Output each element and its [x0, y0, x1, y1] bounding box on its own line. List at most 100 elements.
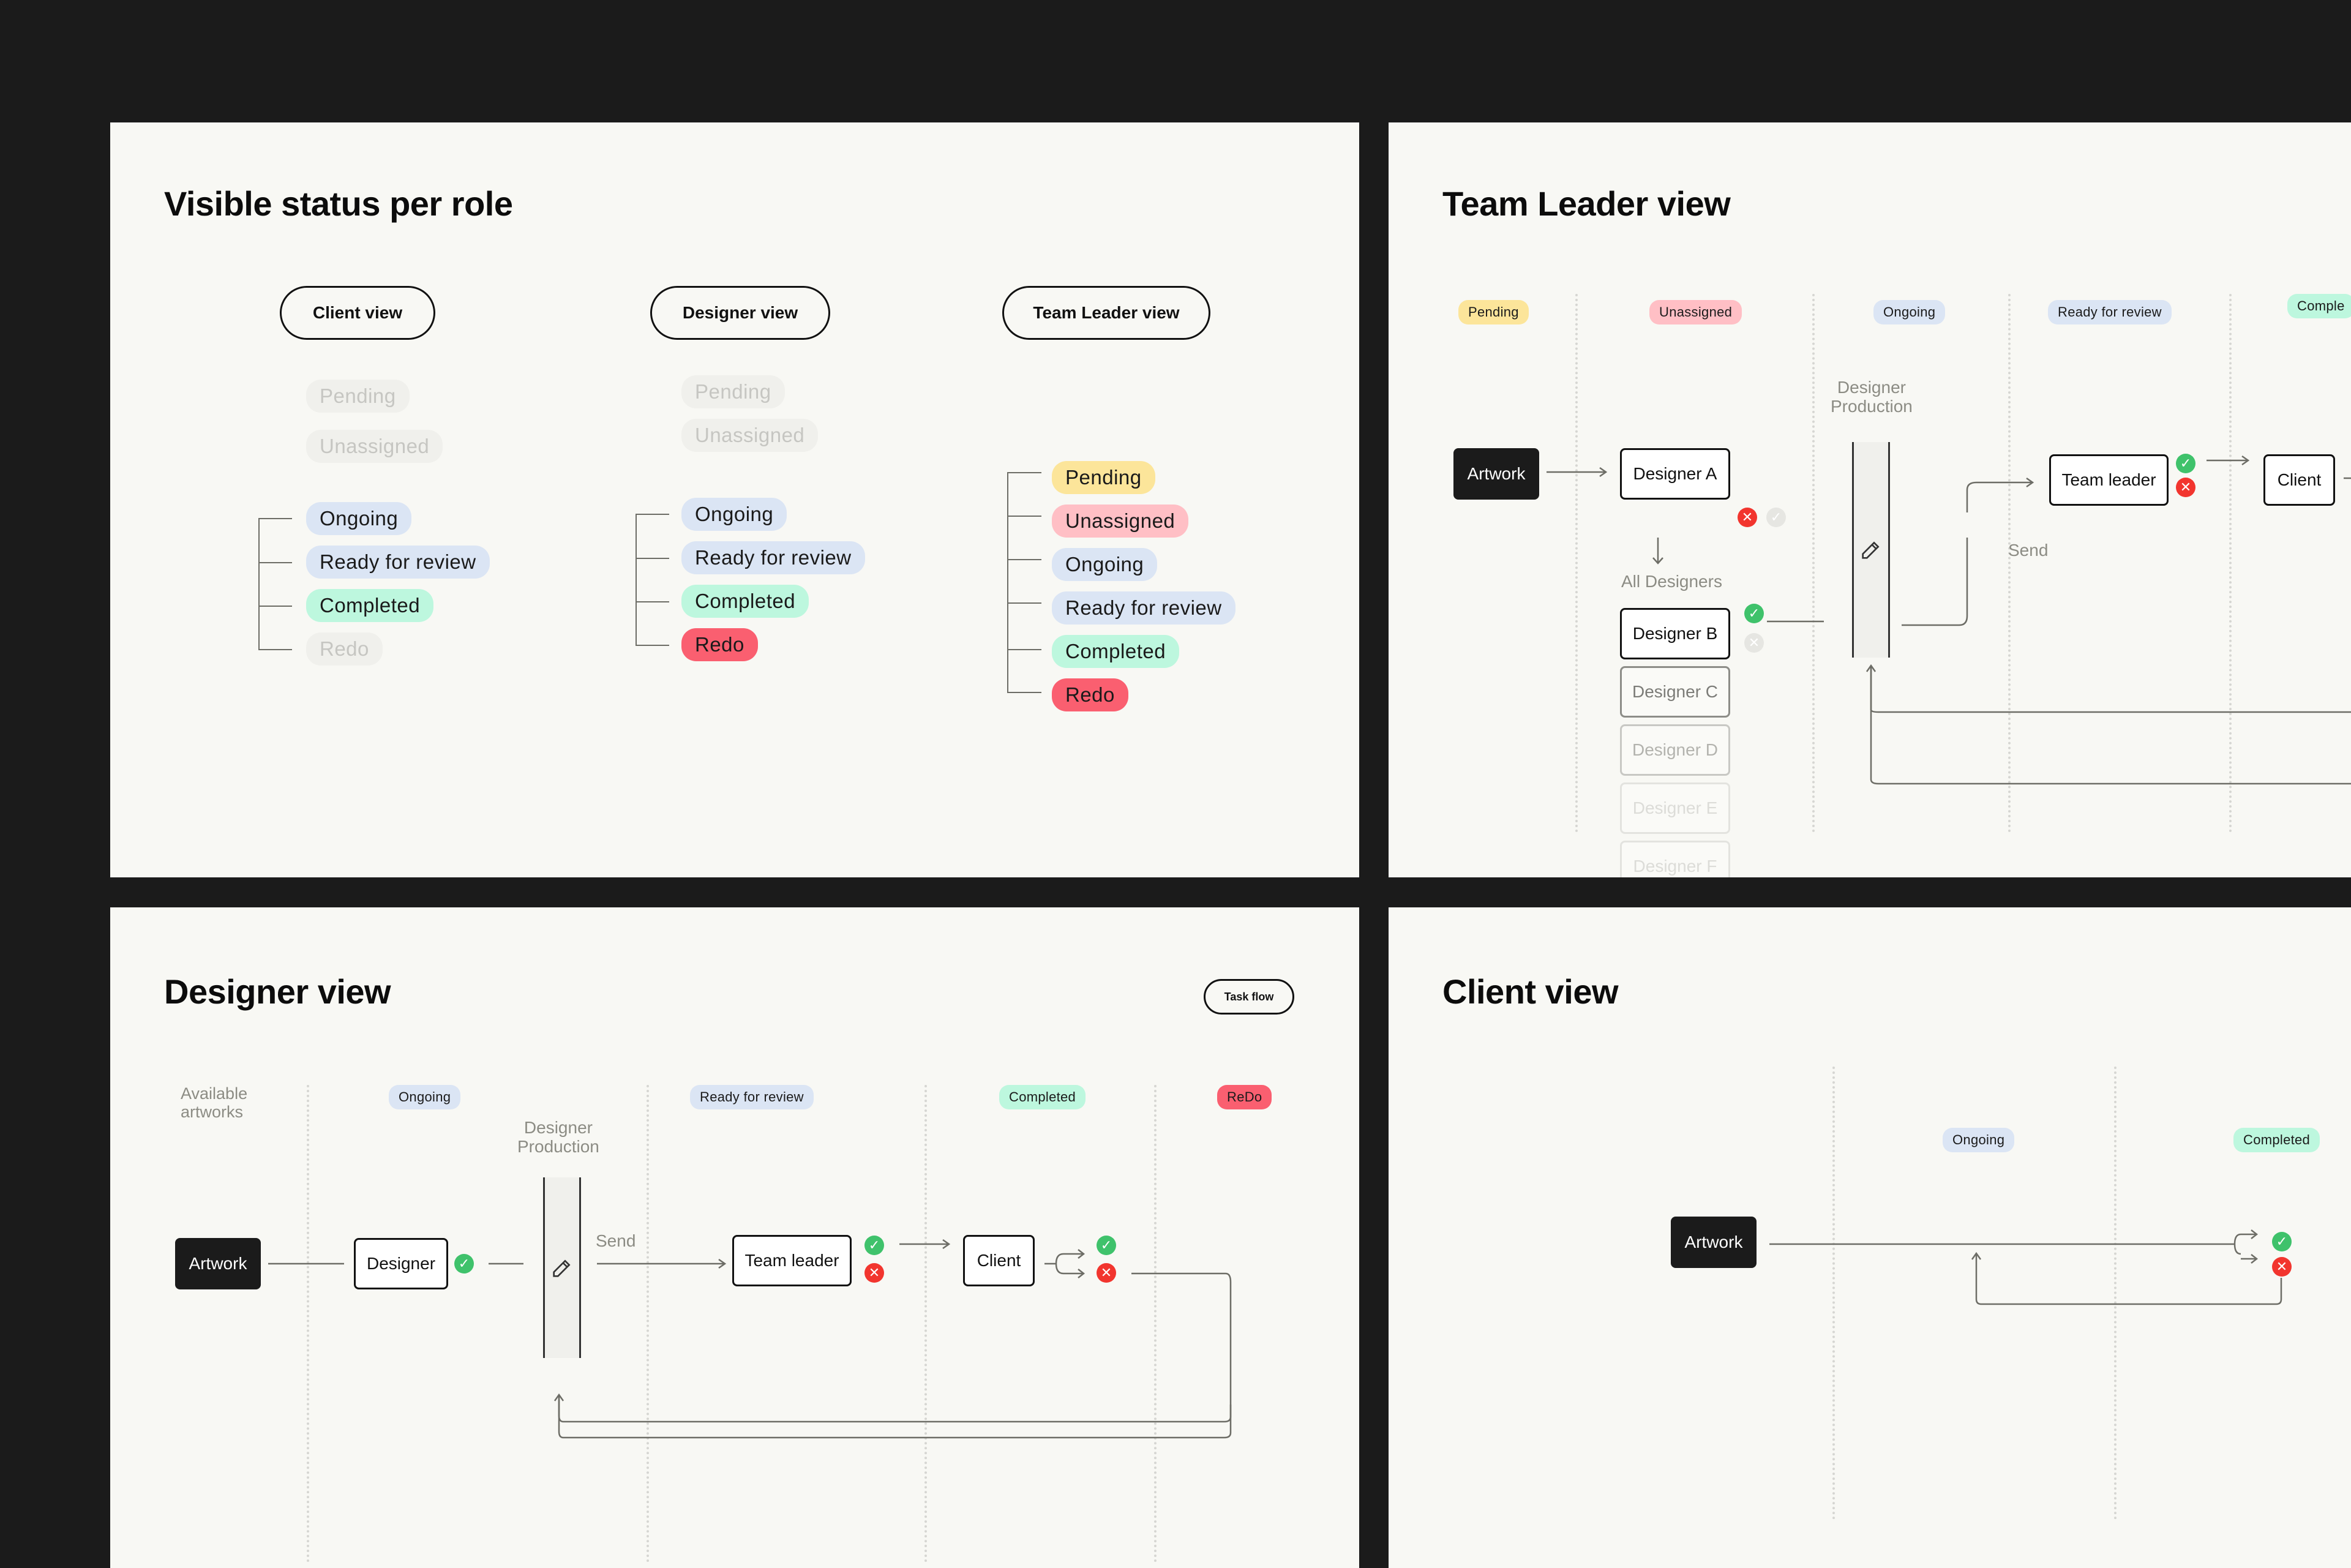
- designer-d-node[interactable]: Designer D: [1620, 724, 1730, 776]
- tree-branch: [636, 645, 669, 646]
- column-header-pending: Pending: [1458, 300, 1529, 324]
- client-node[interactable]: Client: [2263, 454, 2335, 506]
- column-header-ongoing: Ongoing: [1873, 300, 1946, 324]
- column-header-completed: Comple: [2287, 294, 2351, 318]
- team-leader-node[interactable]: Team leader: [732, 1235, 852, 1286]
- column-divider: [2008, 294, 2011, 833]
- column-header-ongoing: Ongoing: [1943, 1128, 2015, 1152]
- designer-node[interactable]: Designer: [354, 1238, 448, 1289]
- designer-production-label: Designer Production: [1831, 378, 1913, 416]
- tree-branch: [636, 514, 669, 515]
- send-label: Send: [596, 1231, 636, 1250]
- tree-branch: [636, 558, 669, 559]
- reject-icon: ✕: [1097, 1263, 1116, 1283]
- available-artworks-label: Available artworks: [181, 1084, 248, 1121]
- reject-icon: ✕: [2176, 478, 2195, 497]
- panel-title: Designer view: [164, 972, 391, 1011]
- client-node[interactable]: Client: [963, 1235, 1035, 1286]
- status-badge-completed: Completed: [681, 585, 809, 618]
- designer-b-node[interactable]: Designer B: [1620, 608, 1730, 659]
- panel-team-leader-view: Team Leader view Pending Unassigned Ongo…: [1389, 122, 2351, 877]
- status-badge-completed: Completed: [1052, 635, 1180, 668]
- tree-connector: [1007, 472, 1008, 692]
- pencil-icon: [1862, 541, 1880, 559]
- status-badge-unassigned: Unassigned: [306, 430, 443, 463]
- reject-icon: ✕: [864, 1263, 884, 1283]
- task-flow-button[interactable]: Task flow: [1204, 979, 1294, 1015]
- status-badge-unassigned: Unassigned: [681, 419, 819, 452]
- panel-status-per-role: Visible status per role Client view Pend…: [110, 122, 1359, 877]
- column-header-ready-for-review: Ready for review: [690, 1085, 814, 1109]
- status-badge-redo: Redo: [306, 632, 383, 666]
- approve-icon: ✓: [1097, 1236, 1116, 1255]
- tree-branch: [1007, 692, 1041, 693]
- pencil-icon: [553, 1259, 571, 1277]
- tree-branch: [1007, 602, 1041, 604]
- artwork-node[interactable]: Artwork: [1453, 448, 1539, 500]
- role-pill-client[interactable]: Client view: [280, 286, 435, 340]
- column-divider: [1812, 294, 1815, 833]
- tree-branch: [636, 601, 669, 602]
- role-pill-designer[interactable]: Designer view: [650, 286, 830, 340]
- column-divider: [924, 1085, 927, 1562]
- status-badge-pending: Pending: [681, 375, 785, 408]
- column-divider: [307, 1085, 309, 1562]
- column-divider: [2229, 294, 2232, 833]
- designer-a-node[interactable]: Designer A: [1620, 448, 1730, 500]
- approve-icon: ✓: [1766, 508, 1786, 527]
- status-badge-ongoing: Ongoing: [681, 498, 787, 531]
- designer-production-bar: [543, 1177, 581, 1358]
- status-badge-ongoing: Ongoing: [1052, 548, 1158, 581]
- status-badge-pending: Pending: [1052, 461, 1155, 494]
- status-badge-completed: Completed: [306, 589, 434, 622]
- approve-icon: ✓: [2176, 454, 2195, 473]
- all-designers-label: All Designers: [1621, 572, 1722, 591]
- column-header-completed: Completed: [2233, 1128, 2320, 1152]
- reject-icon: ✕: [2272, 1257, 2292, 1277]
- column-header-unassigned: Unassigned: [1649, 300, 1742, 324]
- column-header-ongoing: Ongoing: [389, 1085, 461, 1109]
- status-badge-ready-for-review: Ready for review: [681, 541, 865, 574]
- designer-f-node[interactable]: Designer F: [1620, 841, 1730, 877]
- status-badge-ready-for-review: Ready for review: [1052, 591, 1235, 625]
- column-divider: [1154, 1085, 1157, 1562]
- tree-connector: [636, 514, 637, 645]
- tree-branch: [1007, 516, 1041, 517]
- designer-e-node[interactable]: Designer E: [1620, 782, 1730, 834]
- panel-title: Team Leader view: [1442, 184, 1731, 223]
- tree-branch: [1007, 649, 1041, 650]
- send-label: Send: [2008, 541, 2049, 560]
- status-badge-redo: Redo: [681, 628, 758, 661]
- panel-designer-view: Designer view Task flow Available artwor…: [110, 907, 1359, 1568]
- tree-branch: [1007, 559, 1041, 560]
- tree-branch: [258, 606, 292, 607]
- tree-branch: [258, 518, 292, 519]
- team-leader-node[interactable]: Team leader: [2049, 454, 2169, 506]
- column-header-completed: Completed: [999, 1085, 1086, 1109]
- column-divider: [2114, 1067, 2117, 1520]
- status-badge-pending: Pending: [306, 380, 410, 413]
- tree-branch: [258, 562, 292, 563]
- designer-c-node[interactable]: Designer C: [1620, 666, 1730, 718]
- approve-icon: ✓: [454, 1254, 474, 1274]
- tree-branch: [258, 649, 292, 650]
- status-badge-ready-for-review: Ready for review: [306, 546, 490, 579]
- artwork-node[interactable]: Artwork: [1671, 1217, 1757, 1268]
- approve-icon: ✓: [864, 1236, 884, 1255]
- status-badge-unassigned: Unassigned: [1052, 505, 1189, 538]
- status-badge-redo: Redo: [1052, 678, 1128, 711]
- designer-production-bar: [1852, 442, 1890, 658]
- panel-title: Client view: [1442, 972, 1619, 1011]
- status-badge-ongoing: Ongoing: [306, 502, 412, 535]
- column-divider: [1575, 294, 1578, 833]
- artwork-node[interactable]: Artwork: [175, 1238, 261, 1289]
- role-pill-team-leader[interactable]: Team Leader view: [1002, 286, 1210, 340]
- designer-production-label: Designer Production: [517, 1118, 599, 1156]
- tree-connector: [258, 518, 260, 650]
- panel-title: Visible status per role: [164, 184, 513, 223]
- column-header-ready-for-review: Ready for review: [2048, 300, 2172, 324]
- reject-icon: ✕: [1744, 633, 1764, 653]
- column-header-redo: ReDo: [1217, 1085, 1272, 1109]
- column-divider: [1832, 1067, 1835, 1520]
- approve-icon: ✓: [2272, 1232, 2292, 1251]
